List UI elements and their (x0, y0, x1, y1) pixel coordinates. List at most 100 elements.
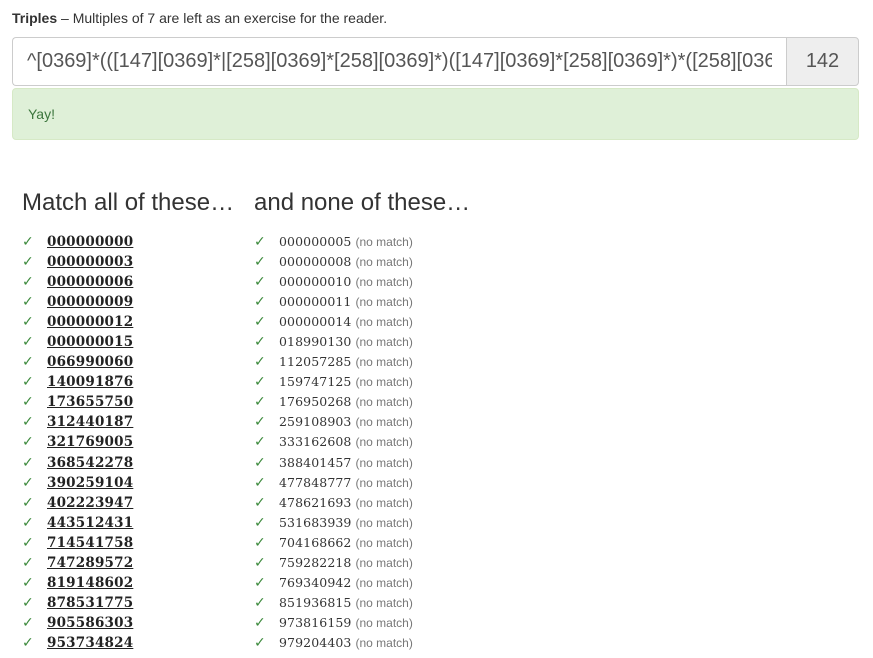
match-word[interactable]: 747289572 (47, 553, 133, 573)
no-match-label: (no match) (355, 435, 413, 450)
none-word: 477848777 (279, 474, 352, 490)
none-word: 000000005 (279, 234, 352, 250)
none-list-item: ✓ 018990130 (no match) (254, 332, 470, 352)
no-match-label: (no match) (355, 455, 413, 470)
match-list-item: ✓ 390259104 (22, 473, 234, 493)
none-word: 176950268 (279, 394, 352, 410)
check-icon: ✓ (22, 274, 34, 291)
match-word[interactable]: 402223947 (47, 493, 133, 513)
none-word: 704168662 (279, 534, 352, 550)
no-match-label: (no match) (355, 295, 413, 310)
none-list-item: ✓ 176950268 (no match) (254, 392, 470, 412)
check-icon: ✓ (22, 354, 34, 371)
match-word[interactable]: 905586303 (47, 613, 133, 633)
match-word[interactable]: 953734824 (47, 633, 133, 653)
check-icon: ✓ (22, 434, 34, 451)
check-icon: ✓ (254, 334, 266, 351)
none-word: 018990130 (279, 334, 352, 350)
no-match-label: (no match) (355, 595, 413, 610)
match-list-item: ✓ 402223947 (22, 493, 234, 513)
success-message: Yay! (28, 106, 55, 122)
check-icon: ✓ (254, 274, 266, 291)
match-list-item: ✓ 140091876 (22, 372, 234, 392)
match-word[interactable]: 000000009 (47, 292, 133, 312)
match-list-item: ✓ 312440187 (22, 412, 234, 432)
match-word[interactable]: 714541758 (47, 533, 133, 553)
check-icon: ✓ (22, 314, 34, 331)
match-word[interactable]: 000000015 (47, 332, 133, 352)
puzzle-title: Triples (12, 10, 58, 26)
match-list-item: ✓ 368542278 (22, 453, 234, 473)
check-icon: ✓ (254, 294, 266, 311)
match-list-item: ✓ 321769005 (22, 432, 234, 452)
match-list-item: ✓ 000000003 (22, 252, 234, 272)
regex-length-badge: 142 (786, 37, 859, 86)
no-match-label: (no match) (355, 375, 413, 390)
none-word: 531683939 (279, 514, 352, 530)
match-word[interactable]: 878531775 (47, 593, 133, 613)
match-list-item: ✓ 747289572 (22, 553, 234, 573)
match-word[interactable]: 000000012 (47, 312, 133, 332)
check-icon: ✓ (22, 534, 34, 551)
check-icon: ✓ (254, 494, 266, 511)
check-icon: ✓ (254, 554, 266, 571)
none-list-item: ✓ 000000014 (no match) (254, 312, 470, 332)
success-alert: Yay! (12, 88, 859, 140)
match-list-item: ✓ 443512431 (22, 513, 234, 533)
match-list-item: ✓ 000000006 (22, 272, 234, 292)
check-icon: ✓ (22, 394, 34, 411)
match-word[interactable]: 312440187 (47, 412, 133, 432)
none-word: 000000014 (279, 314, 352, 330)
none-heading: and none of these… (254, 189, 471, 216)
match-word[interactable]: 368542278 (47, 453, 133, 473)
none-list-item: ✓ 759282218 (no match) (254, 553, 470, 573)
match-word[interactable]: 000000003 (47, 252, 133, 272)
match-word[interactable]: 390259104 (47, 473, 133, 493)
none-word: 000000011 (279, 294, 352, 310)
none-list: ✓ 000000005 (no match) ✓ 000000008 (no match)… (254, 232, 470, 653)
none-list-item: ✓ 769340942 (no match) (254, 573, 470, 593)
no-match-label: (no match) (355, 335, 413, 350)
match-list-item: ✓ 000000009 (22, 292, 234, 312)
no-match-label: (no match) (355, 495, 413, 510)
none-list-item: ✓ 000000010 (no match) (254, 272, 470, 292)
check-icon: ✓ (254, 314, 266, 331)
none-word: 973816159 (279, 614, 352, 630)
check-icon: ✓ (22, 374, 34, 391)
regex-input[interactable] (12, 37, 786, 86)
none-word: 388401457 (279, 454, 352, 470)
check-icon: ✓ (22, 514, 34, 531)
check-icon: ✓ (254, 634, 266, 651)
none-list-item: ✓ 000000005 (no match) (254, 232, 470, 252)
none-list-item: ✓ 000000011 (no match) (254, 292, 470, 312)
no-match-label: (no match) (355, 535, 413, 550)
check-icon: ✓ (254, 514, 266, 531)
no-match-label: (no match) (355, 635, 413, 650)
match-word[interactable]: 066990060 (47, 352, 133, 372)
none-word: 979204403 (279, 634, 352, 650)
match-heading: Match all of these… (22, 189, 235, 216)
none-list-item: ✓ 259108903 (no match) (254, 412, 470, 432)
check-icon: ✓ (22, 634, 34, 651)
check-icon: ✓ (254, 414, 266, 431)
match-word[interactable]: 173655750 (47, 392, 133, 412)
match-list-item: ✓ 953734824 (22, 633, 234, 653)
none-word: 769340942 (279, 574, 352, 590)
check-icon: ✓ (254, 354, 266, 371)
none-list-item: ✓ 979204403 (no match) (254, 633, 470, 653)
match-list-item: ✓ 819148602 (22, 573, 234, 593)
no-match-label: (no match) (355, 255, 413, 270)
match-list-item: ✓ 000000000 (22, 232, 234, 252)
match-word[interactable]: 321769005 (47, 432, 133, 452)
match-list-item: ✓ 000000015 (22, 332, 234, 352)
match-word[interactable]: 000000006 (47, 272, 133, 292)
match-word[interactable]: 000000000 (47, 232, 133, 252)
no-match-label: (no match) (355, 355, 413, 370)
match-word[interactable]: 140091876 (47, 372, 133, 392)
check-icon: ✓ (254, 534, 266, 551)
none-list-item: ✓ 851936815 (no match) (254, 593, 470, 613)
match-word[interactable]: 819148602 (47, 573, 133, 593)
check-icon: ✓ (254, 574, 266, 591)
match-word[interactable]: 443512431 (47, 513, 133, 533)
match-list-item: ✓ 000000012 (22, 312, 234, 332)
